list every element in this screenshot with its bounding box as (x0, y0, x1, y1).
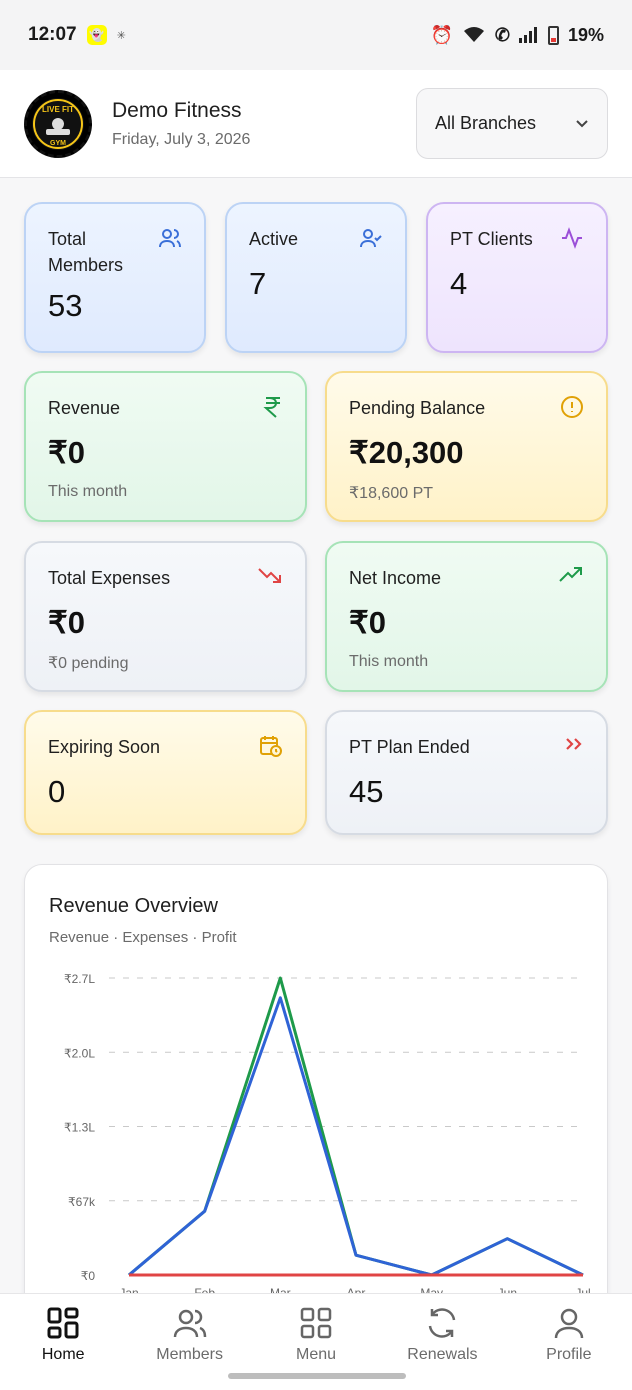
pt-clients-card[interactable]: PT Clients 4 (426, 202, 608, 353)
card-value: ₹20,300 (349, 435, 464, 470)
y-tick-label: ₹0 (81, 1269, 96, 1283)
home-grid-icon (47, 1307, 79, 1339)
svg-text:LIVE FIT: LIVE FIT (42, 105, 74, 114)
activity-icon (562, 227, 582, 249)
card-value: 0 (48, 774, 66, 809)
alarm-icon: ⏰ (430, 24, 453, 45)
trending-up-icon (559, 567, 582, 582)
revenue-card[interactable]: Revenue ₹0 This month (24, 371, 307, 522)
branch-selector-value: All Branches (435, 113, 537, 133)
chevrons-right-icon (566, 738, 582, 750)
current-date: Friday, July 3, 2026 (112, 130, 251, 148)
card-value: ₹0 (48, 435, 85, 470)
net-income-card[interactable]: Net Income ₹0 This month (325, 541, 608, 692)
nav-home[interactable]: Home (0, 1294, 126, 1390)
card-subtitle: ₹18,600 PT (349, 485, 434, 502)
revenue-line-chart: ₹2.7L₹2.0L₹1.3L₹67k₹0Jan Feb Mar Apr May Jun J… (64, 972, 591, 1295)
nav-label: Renewals (407, 1346, 478, 1363)
card-title: PT Plan Ended (349, 737, 470, 757)
nav-profile[interactable]: Profile (506, 1294, 632, 1390)
card-value: 45 (349, 774, 384, 809)
calendar-clock-icon (260, 736, 282, 757)
user-icon (554, 1308, 584, 1339)
card-value: ₹0 (349, 605, 386, 640)
gesture-home-bar (228, 1373, 406, 1379)
y-tick-label: ₹2.7L (64, 972, 95, 986)
branch-selector[interactable]: All Branches (416, 88, 608, 159)
snapchat-notification-icon: 👻 (86, 25, 107, 45)
users-icon (173, 1309, 206, 1338)
gym-logo[interactable]: LIVE FIT GYM (24, 89, 92, 158)
total-members-card[interactable]: Total Members 53 (24, 202, 206, 353)
battery-percent: 19% (567, 24, 604, 45)
card-title: Net Income (349, 568, 442, 588)
rupee-icon (263, 397, 280, 418)
card-value: 4 (450, 266, 468, 301)
expiring-soon-card[interactable]: Expiring Soon 0 (24, 710, 307, 835)
series-line-profit (128, 996, 584, 1277)
wifi-call-icon: ✆ (494, 24, 510, 45)
revenue-overview-chart-card: Revenue Overview Revenue · Expenses · Pr… (24, 864, 608, 1324)
battery-icon (547, 25, 559, 45)
card-value: 53 (48, 288, 83, 323)
card-value: 7 (249, 266, 267, 301)
pt-plan-ended-card[interactable]: PT Plan Ended 45 (325, 710, 608, 835)
svg-text:GYM: GYM (50, 140, 66, 147)
nav-label: Members (156, 1346, 223, 1363)
y-tick-label: ₹2.0L (64, 1046, 95, 1060)
users-icon (159, 229, 181, 248)
nav-label: Home (41, 1346, 85, 1363)
card-subtitle: This month (349, 653, 429, 670)
menu-grid-icon (300, 1307, 332, 1339)
trending-down-icon (258, 568, 281, 583)
card-subtitle: This month (48, 483, 128, 500)
gym-logo-graphic: LIVE FIT GYM (32, 97, 84, 150)
card-title: Total Members (48, 229, 124, 275)
user-check-icon (360, 229, 382, 248)
app-header: LIVE FIT GYM Demo Fitness Friday, July 3… (0, 70, 632, 178)
card-title: Revenue (48, 398, 121, 418)
nav-label: Profile (546, 1346, 592, 1363)
refresh-icon (429, 1308, 456, 1338)
pending-balance-card[interactable]: Pending Balance ₹20,300 ₹18,600 PT (325, 371, 608, 522)
card-title: Expiring Soon (48, 737, 161, 757)
card-title: Pending Balance (349, 398, 486, 418)
alert-circle-icon (561, 396, 583, 418)
y-tick-label: ₹67k (68, 1195, 96, 1209)
status-bar: 12:07 👻 ✳ ⏰ ✆ 19% (0, 0, 632, 70)
wifi-icon (463, 27, 484, 42)
nav-label: Menu (296, 1346, 337, 1363)
total-expenses-card[interactable]: Total Expenses ₹0 ₹0 pending (24, 541, 307, 692)
chevron-down-icon (576, 119, 588, 127)
gym-name: Demo Fitness (112, 98, 242, 122)
y-tick-label: ₹1.3L (64, 1121, 95, 1135)
status-time: 12:07 (28, 24, 77, 45)
card-subtitle: ₹0 pending (48, 655, 129, 672)
notification-dot-icon: ✳ (116, 29, 126, 42)
active-members-card[interactable]: Active 7 (225, 202, 407, 353)
card-title: Total Expenses (48, 568, 171, 588)
signal-icon (518, 27, 537, 43)
card-value: ₹0 (48, 605, 85, 640)
